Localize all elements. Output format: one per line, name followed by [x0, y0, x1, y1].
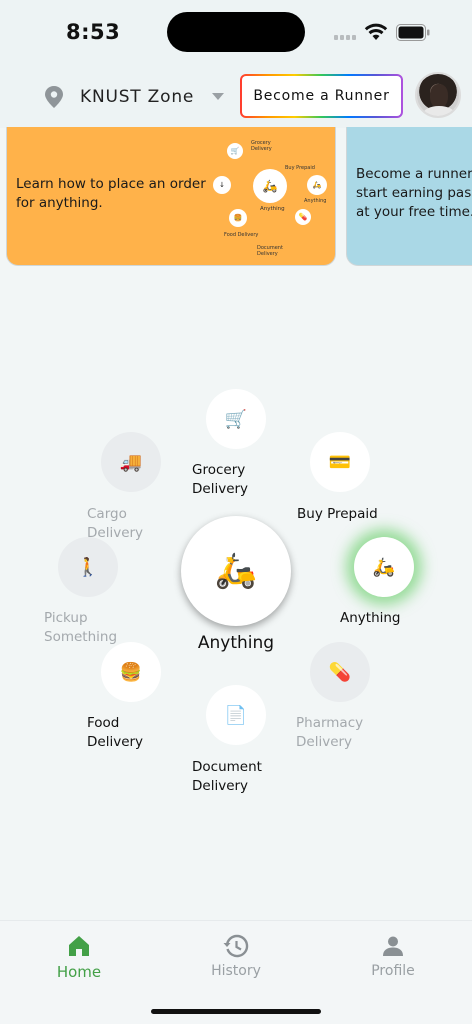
avatar-face	[430, 84, 448, 108]
food-service-label[interactable]: Food Delivery	[87, 714, 143, 752]
nav-history[interactable]: History	[191, 933, 281, 979]
cargo-service-button[interactable]: 🚚	[101, 432, 161, 492]
credit-card-icon: 💳	[328, 451, 352, 473]
walking-person-icon: 🚶	[76, 556, 100, 578]
center-anything-button[interactable]: 🛵	[181, 516, 291, 626]
cellular-signal-icon	[334, 35, 356, 40]
mini-center-icon: 🛵	[253, 169, 287, 203]
avatar-shirt	[423, 106, 455, 116]
wifi-icon	[364, 23, 388, 40]
truck-icon: 🚚	[119, 451, 143, 473]
nav-history-label: History	[211, 963, 261, 979]
mini-pharmacy-icon: 💊	[295, 209, 311, 225]
shopping-cart-icon: 🛒	[224, 408, 248, 430]
burger-icon: 🍔	[119, 661, 143, 683]
become-runner-card-text: Become a runner t start earning pass at …	[356, 166, 472, 220]
nav-profile[interactable]: Profile	[348, 933, 438, 979]
mini-food-label: Food Delivery	[224, 232, 259, 238]
home-indicator	[151, 1009, 321, 1014]
anything-service-label[interactable]: Anything	[340, 609, 401, 628]
chevron-down-icon	[212, 93, 225, 100]
nav-profile-label: Profile	[371, 963, 415, 979]
pickup-service-button[interactable]: 🚶	[58, 537, 118, 597]
become-runner-label: Become a Runner	[242, 76, 401, 116]
zone-label: KNUST Zone	[80, 87, 195, 107]
location-pin-icon	[45, 86, 63, 108]
avatar[interactable]	[415, 72, 461, 118]
mini-anything-icon: 🛵	[307, 175, 327, 195]
document-service-button[interactable]: 📄	[206, 685, 266, 745]
anything-service-button[interactable]: 🛵	[354, 537, 414, 597]
zone-selector[interactable]: KNUST Zone	[44, 86, 225, 108]
pickup-service-label[interactable]: Pickup Something	[44, 609, 117, 647]
grocery-service-label[interactable]: Grocery Delivery	[192, 461, 248, 499]
become-runner-card[interactable]: Become a runner t start earning pass at …	[346, 127, 472, 266]
mini-arrow-icon: ↓	[213, 176, 231, 194]
mini-prepaid-label: Buy Prepaid	[285, 165, 315, 171]
center-anything-label: Anything	[197, 633, 275, 653]
person-icon	[383, 936, 403, 956]
mini-anything-label: Anything	[304, 198, 327, 204]
pill-icon: 💊	[328, 661, 352, 683]
nav-home-label: Home	[56, 963, 102, 981]
scooter-icon: 🛵	[214, 551, 258, 591]
battery-icon	[396, 24, 430, 41]
pharmacy-service-label[interactable]: Pharmacy Delivery	[296, 714, 363, 752]
mini-service-diagram: 🛒 Grocery Delivery Buy Prepaid ↓ 🛵 🛵 Any…	[205, 139, 329, 263]
scooter-icon: 🛵	[372, 556, 396, 578]
pharmacy-service-button[interactable]: 💊	[310, 642, 370, 702]
status-bar: 8:53	[0, 0, 472, 64]
food-service-button[interactable]: 🍔	[101, 642, 161, 702]
mini-document-label: Document Delivery	[257, 245, 283, 257]
mini-food-icon: 🍔	[229, 209, 247, 227]
status-time: 8:53	[66, 20, 121, 44]
dynamic-island	[167, 12, 305, 52]
history-icon	[223, 934, 249, 958]
mini-grocery-icon: 🛒	[227, 143, 243, 159]
prepaid-service-button[interactable]: 💳	[310, 432, 370, 492]
prepaid-service-label[interactable]: Buy Prepaid	[297, 505, 378, 524]
mini-grocery-label: Grocery Delivery	[251, 140, 272, 152]
document-service-label[interactable]: Document Delivery	[192, 758, 262, 796]
document-icon: 📄	[224, 704, 248, 726]
nav-home[interactable]: Home	[34, 933, 124, 981]
become-runner-button[interactable]: Become a Runner	[240, 74, 403, 118]
mini-center-label: Anything	[260, 206, 285, 212]
grocery-service-button[interactable]: 🛒	[206, 389, 266, 449]
how-to-order-card[interactable]: Learn how to place an order for anything…	[6, 127, 336, 266]
app-header: KNUST Zone Become a Runner	[0, 64, 472, 128]
how-to-order-text: Learn how to place an order for anything…	[16, 176, 206, 211]
home-icon	[69, 936, 89, 956]
